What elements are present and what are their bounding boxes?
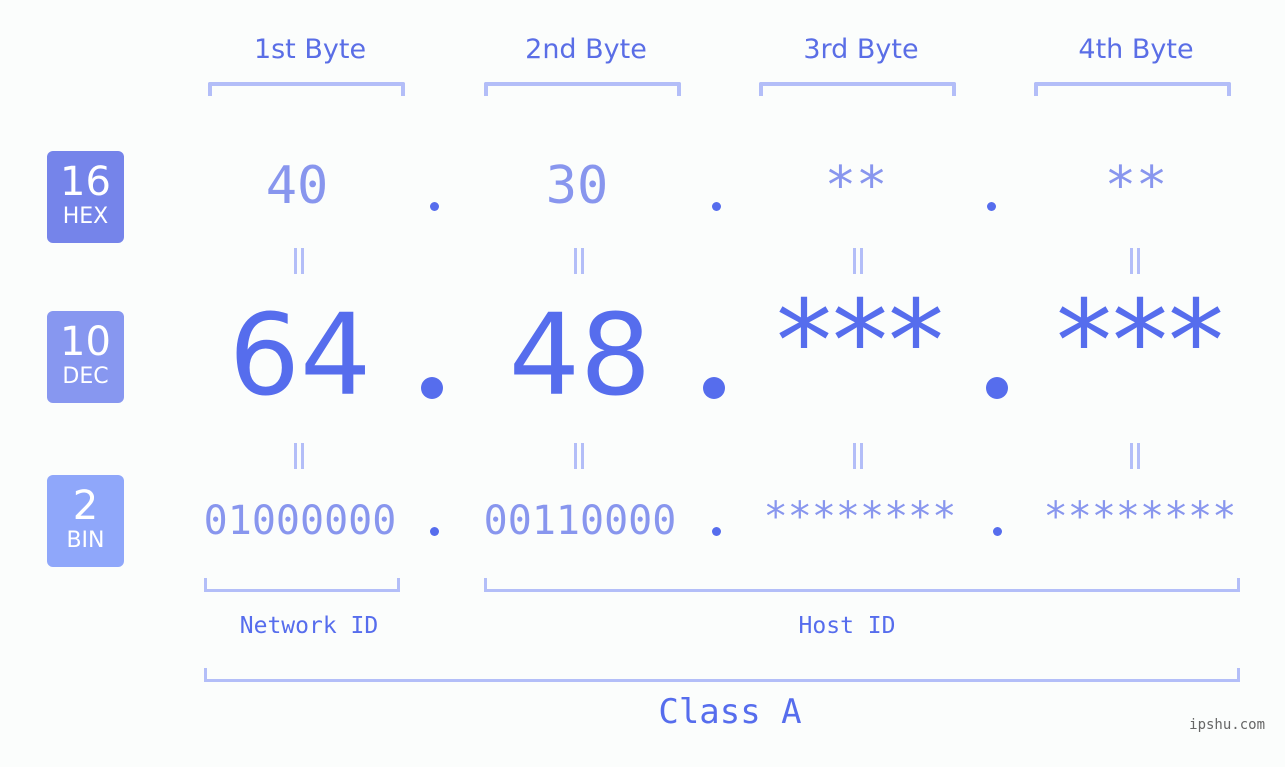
hex-byte-4: **: [1104, 156, 1168, 216]
equals-icon: [292, 443, 306, 469]
class-bracket: [204, 668, 1240, 682]
bin-byte-2: 00110000: [483, 498, 677, 544]
bin-separator-dot-2: [712, 527, 721, 536]
byte-bracket-3: [759, 82, 956, 96]
dec-separator-dot-3: [986, 377, 1008, 399]
equals-icon: [292, 248, 306, 274]
bin-byte-3: ********: [763, 494, 957, 540]
bin-byte-1: 01000000: [203, 498, 397, 544]
equals-icon: [572, 248, 586, 274]
equals-icon: [1128, 443, 1142, 469]
hex-separator-dot-1: [430, 202, 439, 211]
bin-byte-4: ********: [1043, 494, 1237, 540]
hex-byte-2: 30: [545, 156, 609, 216]
byte-bracket-4: [1034, 82, 1231, 96]
bin-base-label: BIN: [66, 528, 105, 553]
hex-base-number: 16: [60, 159, 111, 205]
hex-base-label: HEX: [62, 204, 109, 229]
byte-header-3: 3rd Byte: [803, 34, 919, 65]
hex-byte-1: 40: [265, 156, 329, 216]
dec-badge: 10 DEC: [47, 311, 124, 403]
equals-icon: [572, 443, 586, 469]
hex-byte-3: **: [824, 156, 888, 216]
dec-separator-dot-1: [421, 377, 443, 399]
hex-separator-dot-3: [987, 202, 996, 211]
byte-bracket-1: [208, 82, 405, 96]
host-id-label: Host ID: [798, 613, 896, 639]
network-id-label: Network ID: [239, 613, 379, 639]
dec-base-label: DEC: [62, 364, 109, 389]
bin-separator-dot-3: [993, 527, 1002, 536]
dec-byte-3: ***: [776, 277, 944, 407]
hex-separator-dot-2: [712, 202, 721, 211]
bin-badge: 2 BIN: [47, 475, 124, 567]
dec-byte-1: 64: [228, 291, 372, 421]
dec-byte-4: ***: [1056, 277, 1224, 407]
equals-icon: [1128, 248, 1142, 274]
dec-separator-dot-2: [703, 377, 725, 399]
network-id-bracket: [204, 578, 400, 592]
bin-separator-dot-1: [430, 527, 439, 536]
equals-icon: [851, 443, 865, 469]
byte-header-1: 1st Byte: [253, 34, 367, 65]
bin-base-number: 2: [72, 483, 99, 529]
byte-header-4: 4th Byte: [1078, 34, 1194, 65]
equals-icon: [851, 248, 865, 274]
hex-badge: 16 HEX: [47, 151, 124, 243]
watermark: ipshu.com: [1189, 717, 1265, 733]
dec-base-number: 10: [60, 319, 111, 365]
byte-bracket-2: [484, 82, 681, 96]
dec-byte-2: 48: [508, 291, 652, 421]
byte-header-2: 2nd Byte: [525, 34, 647, 65]
host-id-bracket: [484, 578, 1240, 592]
class-label: Class A: [658, 692, 802, 732]
